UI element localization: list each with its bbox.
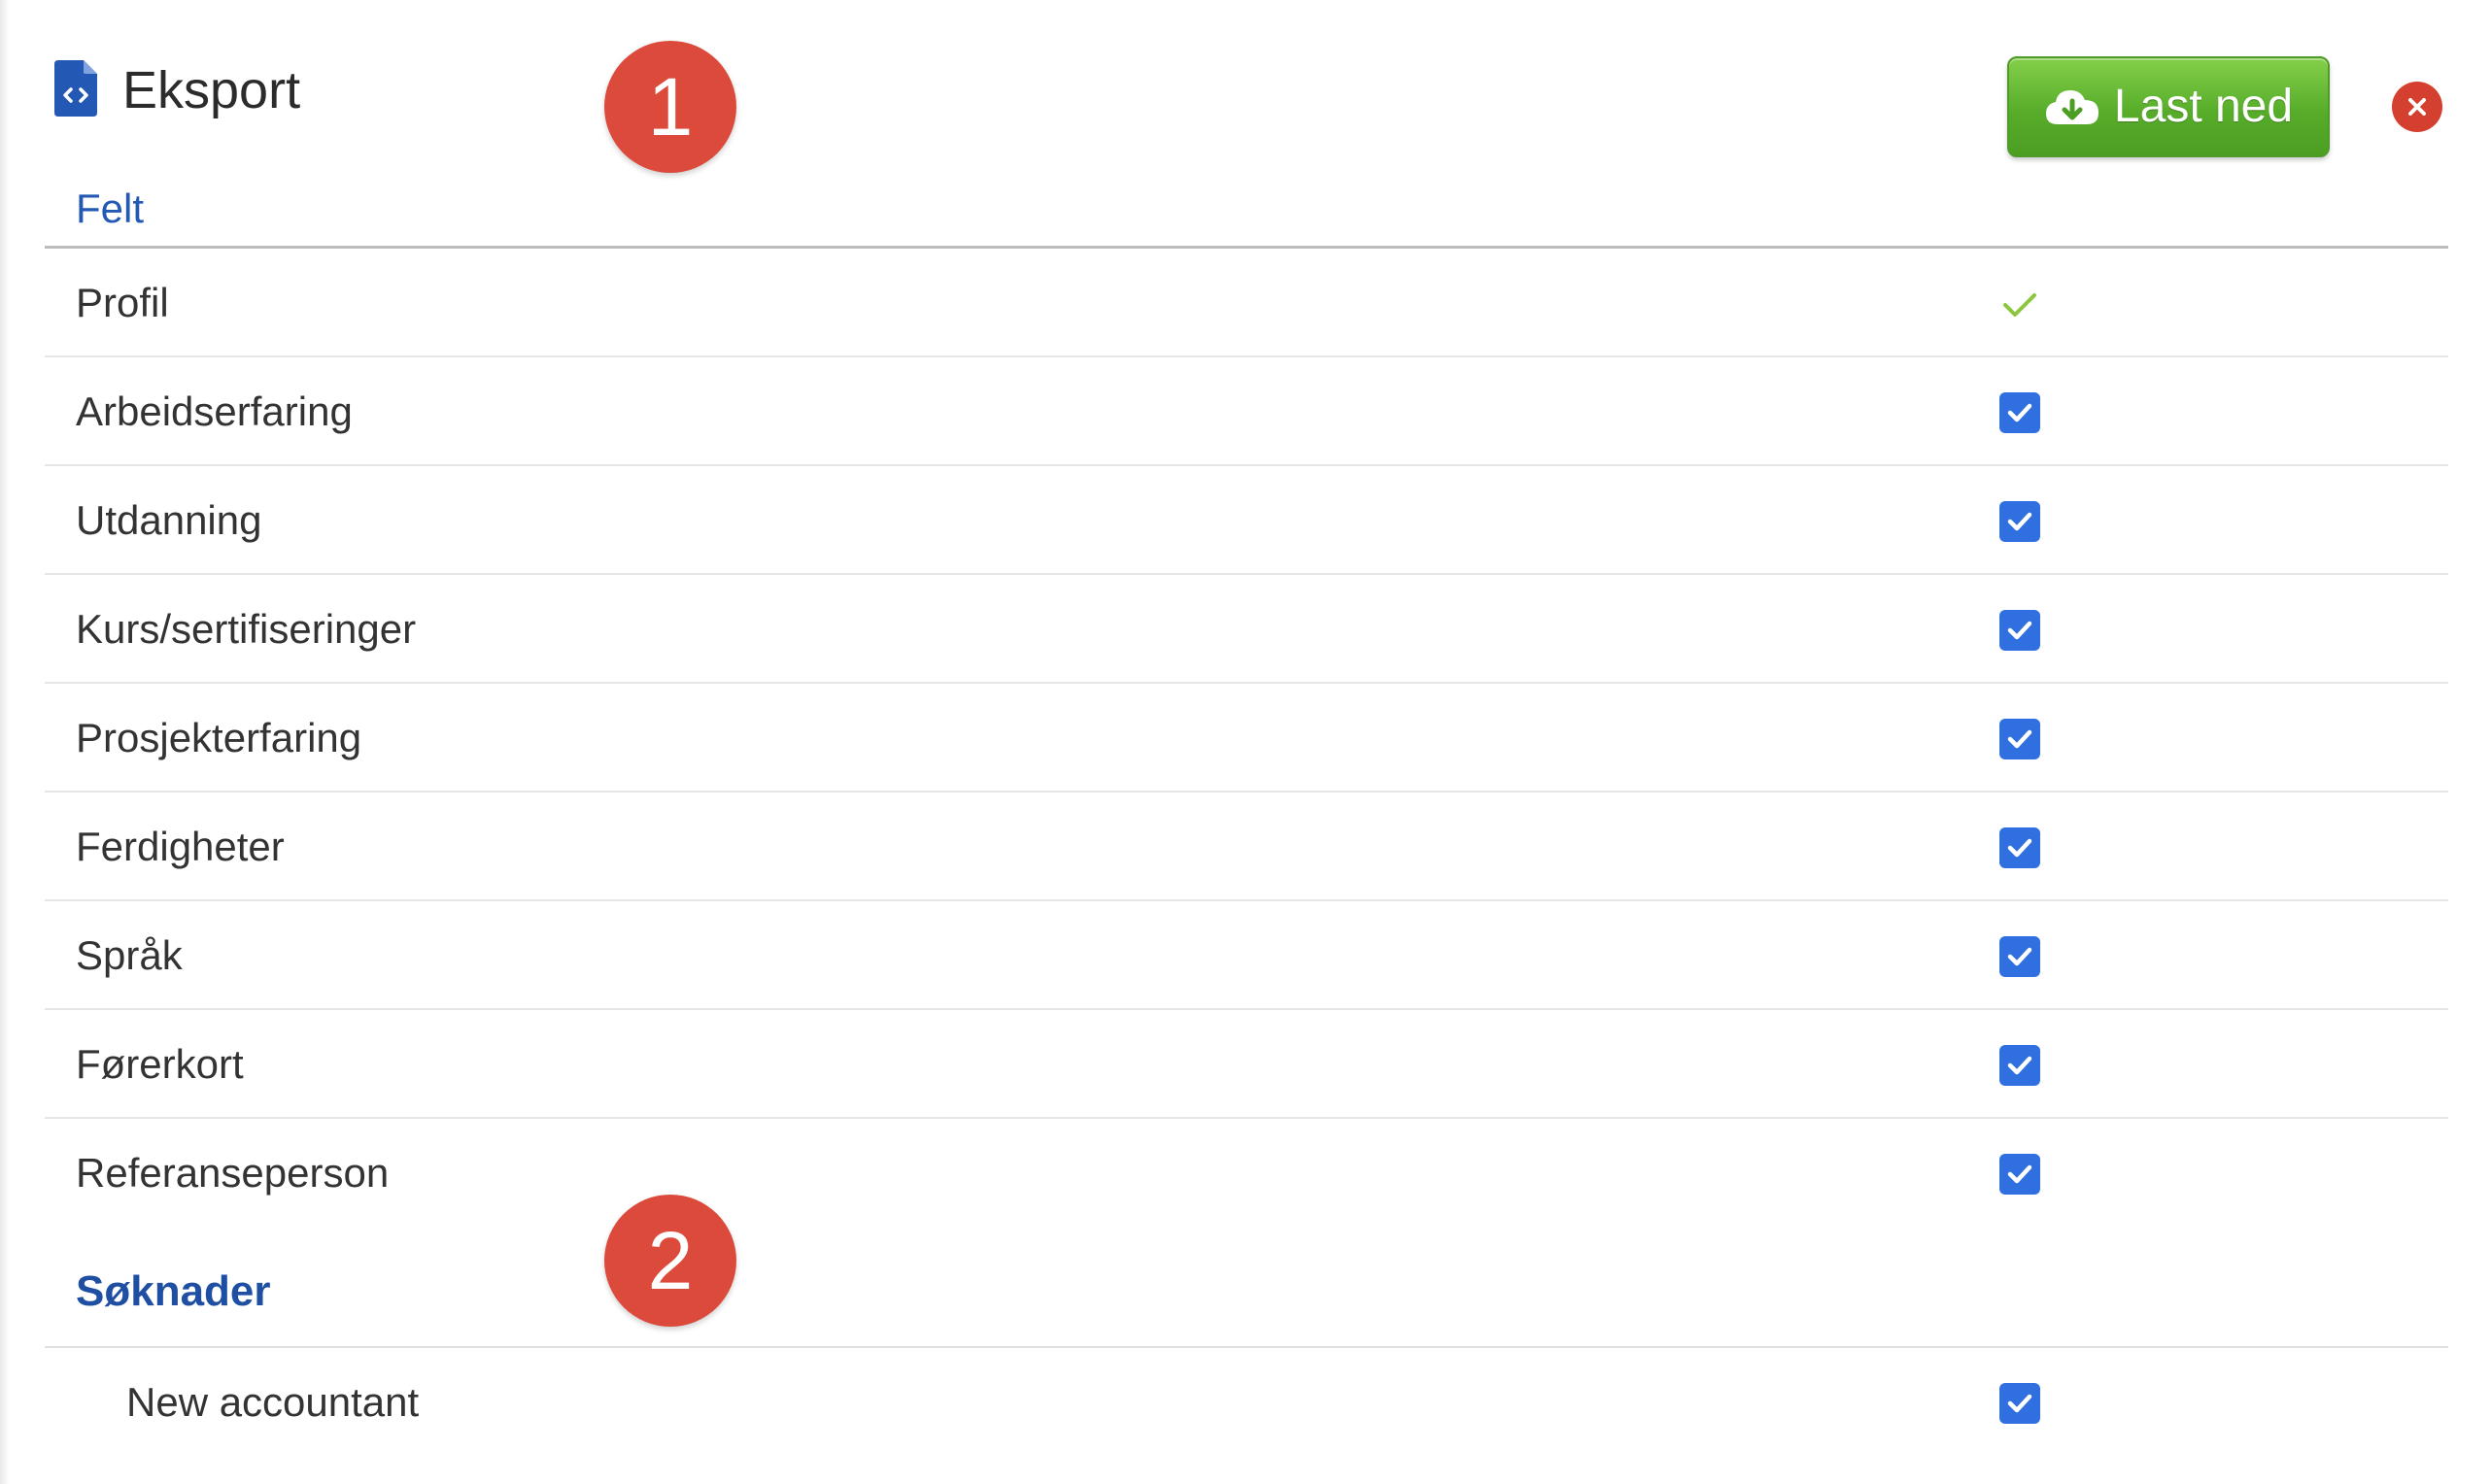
column-header-felt: Felt xyxy=(76,186,145,231)
table-row-profil: Profil xyxy=(45,249,2448,357)
table-row-arbeidserfaring: Arbeidserfaring xyxy=(45,357,2448,466)
row-label: Førerkort xyxy=(76,1041,244,1087)
cloud-download-icon xyxy=(2044,85,2100,128)
checkbox-ferdigheter[interactable] xyxy=(1999,827,2040,868)
download-button[interactable]: Last ned xyxy=(2007,56,2330,157)
checkbox-checked-icon xyxy=(1999,610,2040,651)
table-row-kurs-sertifiseringer: Kurs/sertifiseringer xyxy=(45,575,2448,684)
table-row-sprak: Språk xyxy=(45,901,2448,1010)
application-row: New accountant xyxy=(45,1348,2448,1457)
checkbox-prosjekterfaring[interactable] xyxy=(1999,719,2040,759)
row-label: Utdanning xyxy=(76,497,262,543)
row-label: Språk xyxy=(76,932,183,978)
page-title: Eksport xyxy=(122,61,301,119)
row-label: Profil xyxy=(76,280,169,325)
checkbox-checked-icon xyxy=(1999,1045,2040,1086)
file-code-icon xyxy=(54,60,97,117)
checkbox-arbeidserfaring[interactable] xyxy=(1999,392,2040,433)
download-button-label: Last ned xyxy=(2113,81,2294,132)
checkbox-forerkort[interactable] xyxy=(1999,1045,2040,1086)
table-row-prosjekterfaring: Prosjekterfaring xyxy=(45,684,2448,793)
checkbox-new-accountant[interactable] xyxy=(1999,1383,2040,1424)
annotation-marker-1: 1 xyxy=(604,41,736,173)
table-row-referanseperson: Referanseperson xyxy=(45,1119,2448,1228)
checkbox-checked-icon xyxy=(1999,1154,2040,1195)
checkmark-icon xyxy=(1999,284,2040,324)
checkbox-checked-icon xyxy=(1999,1383,2040,1424)
row-label: Referanseperson xyxy=(76,1150,390,1196)
checkbox-checked-icon xyxy=(1999,827,2040,868)
table-row-forerkort: Førerkort xyxy=(45,1010,2448,1119)
row-label: Prosjekterfaring xyxy=(76,715,362,760)
row-label: Kurs/sertifiseringer xyxy=(76,606,417,652)
checkbox-kurs-sertifiseringer[interactable] xyxy=(1999,610,2040,651)
checkbox-sprak[interactable] xyxy=(1999,936,2040,977)
checkbox-checked-icon xyxy=(1999,501,2040,542)
checkbox-checked-icon xyxy=(1999,936,2040,977)
table-row-ferdigheter: Ferdigheter xyxy=(45,793,2448,901)
section-title-soknader: Søknader xyxy=(76,1267,271,1315)
export-header: Eksport Last ned xyxy=(0,0,2491,185)
checkbox-checked-icon xyxy=(1999,392,2040,433)
application-label: New accountant xyxy=(126,1379,420,1425)
close-icon xyxy=(2406,96,2428,118)
row-label: Arbeidserfaring xyxy=(76,388,353,434)
annotation-marker-2: 2 xyxy=(604,1195,736,1327)
table-row-utdanning: Utdanning xyxy=(45,466,2448,575)
checkbox-referanseperson[interactable] xyxy=(1999,1154,2040,1195)
checkbox-utdanning[interactable] xyxy=(1999,501,2040,542)
checkbox-checked-icon xyxy=(1999,719,2040,759)
row-label: Ferdigheter xyxy=(76,824,285,869)
left-edge-shadow xyxy=(0,0,10,1484)
close-button[interactable] xyxy=(2392,82,2442,132)
